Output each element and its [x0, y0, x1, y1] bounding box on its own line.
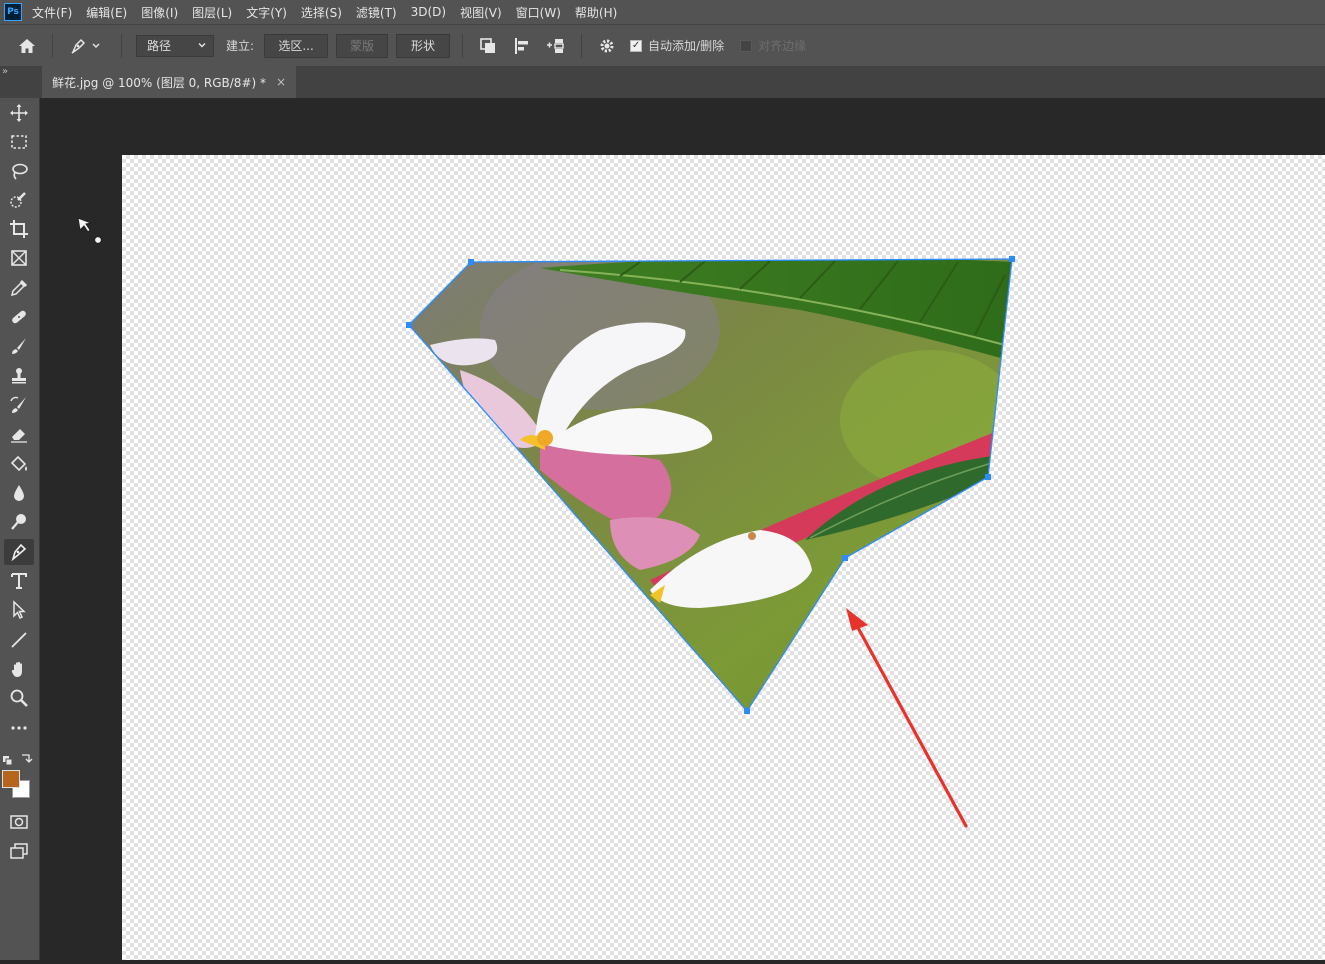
canvas-artwork	[406, 256, 1015, 828]
foreground-color-swatch[interactable]	[2, 770, 20, 788]
canvas-overlay	[0, 0, 1325, 960]
flower-image	[409, 259, 1012, 711]
annotation-arrow	[846, 608, 968, 828]
